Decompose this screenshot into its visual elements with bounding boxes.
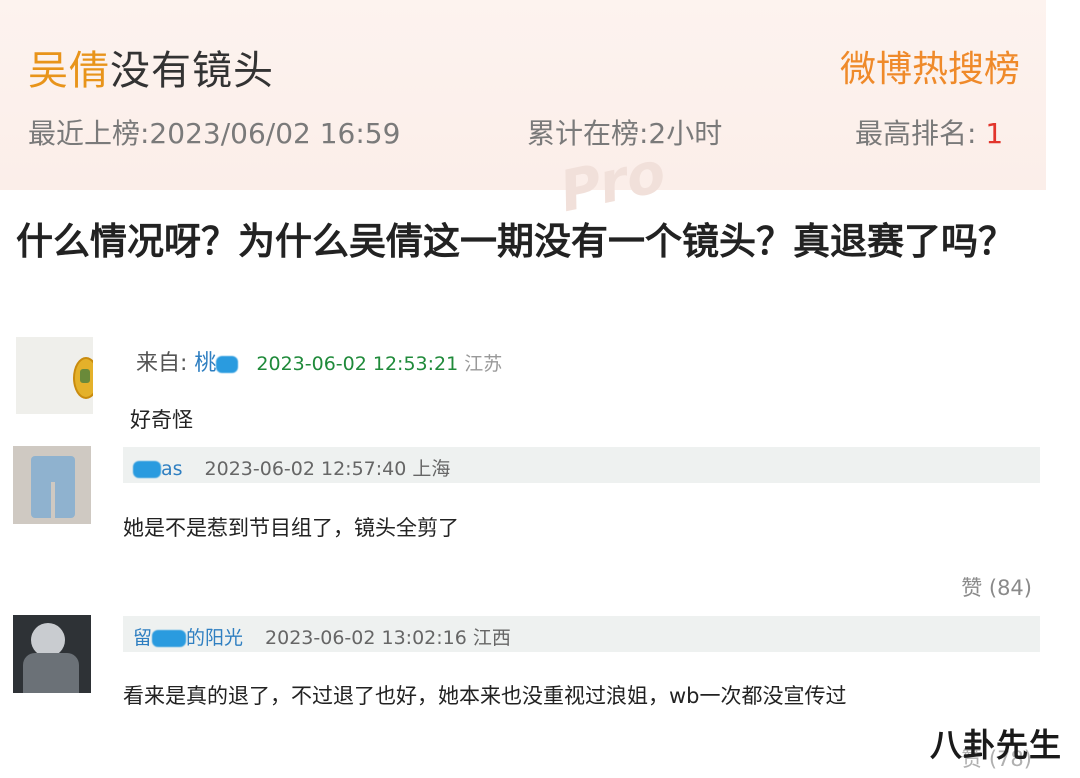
comment-text: 她是不是惹到节目组了，镜头全剪了 — [123, 516, 459, 540]
watermark: Pro — [554, 139, 672, 226]
avatar[interactable] — [16, 337, 93, 414]
comment-timestamp: 2023-06-02 13:02:16 — [265, 627, 467, 649]
comment-text: 好奇怪 — [130, 408, 193, 432]
question-headline: 什么情况呀？为什么吴倩这一期没有一个镜头？真退赛了吗？ — [16, 220, 1015, 263]
hot-search-title[interactable]: 吴倩没有镜头 — [28, 38, 274, 96]
avatar-image-body — [23, 653, 79, 693]
username-text: 桃 — [194, 351, 217, 376]
username-link[interactable]: 留 的阳光 — [133, 627, 243, 649]
username-text: as — [161, 458, 183, 480]
author-signature: 八卦先生 — [929, 726, 1062, 764]
highest-rank-label: 最高排名: — [855, 117, 986, 150]
hot-search-banner: 吴倩没有镜头 微博热搜榜 最近上榜:2023/06/02 16:59 累计在榜:… — [0, 0, 1046, 225]
recent-listed-time: 最近上榜:2023/06/02 16:59 — [28, 117, 401, 150]
comment-location: 上海 — [412, 458, 451, 480]
avatar[interactable] — [13, 615, 91, 693]
comment-timestamp: 2023-06-02 12:53:21 — [256, 353, 459, 375]
comment-timestamp: 2023-06-02 12:57:40 — [204, 458, 407, 480]
weibo-hot-board-label[interactable]: 微博热搜榜 — [840, 40, 1020, 92]
comment-location: 江西 — [472, 627, 511, 649]
comment-header: 来自: 桃 2023-06-02 12:53:21 江苏 — [136, 345, 502, 377]
avatar-image — [31, 456, 75, 518]
highest-rank-value: 1 — [985, 117, 1004, 150]
reply-header: as 2023-06-02 12:57:40 上海 — [123, 447, 1040, 483]
redacted-blur — [216, 355, 239, 373]
avatar-image — [31, 623, 65, 657]
badge-icon — [73, 357, 93, 399]
source-prefix: 来自: — [136, 351, 195, 376]
title-highlight: 吴倩 — [28, 48, 110, 94]
redacted-blur — [133, 461, 161, 478]
username-suffix: 的阳光 — [186, 627, 244, 649]
page: 吴倩没有镜头 微博热搜榜 最近上榜:2023/06/02 16:59 累计在榜:… — [0, 0, 1080, 778]
like-button[interactable]: 赞 (84) — [961, 572, 1032, 602]
highest-rank: 最高排名: 1 — [855, 112, 1003, 152]
redacted-blur — [152, 630, 187, 647]
avatar[interactable] — [13, 446, 91, 524]
comment-location: 江苏 — [464, 353, 503, 375]
title-rest: 没有镜头 — [110, 48, 274, 94]
reply-header: 留 的阳光 2023-06-02 13:02:16 江西 — [123, 616, 1040, 652]
username-prefix: 留 — [133, 627, 153, 649]
username-link[interactable]: as — [133, 458, 183, 480]
comment-text: 看来是真的退了，不过退了也好，她本来也没重视过浪姐，wb一次都没宣传过 — [123, 684, 847, 708]
username-link[interactable]: 桃 — [194, 351, 239, 376]
